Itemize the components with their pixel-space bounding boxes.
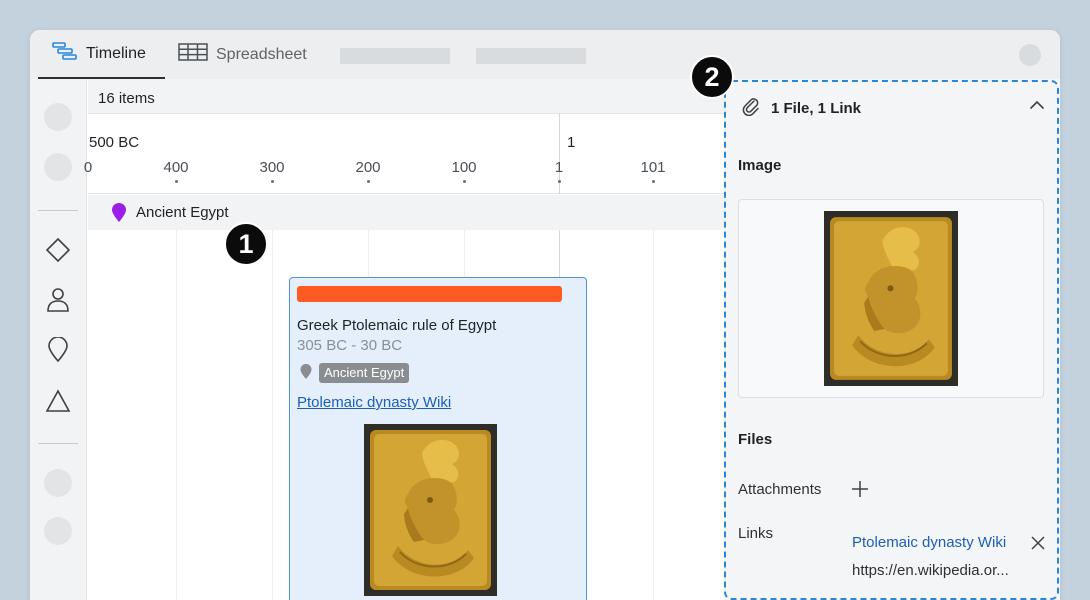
add-attachment-plus-icon[interactable]	[851, 480, 869, 503]
callout-badge-1: 1	[224, 222, 268, 266]
rail-placeholder-circle	[44, 103, 72, 131]
attachments-header-label: 1 File, 1 Link	[771, 99, 862, 117]
tick-label: 1	[554, 159, 564, 176]
tab-spreadsheet-label: Spreadsheet	[216, 45, 307, 63]
event-location-pin-icon	[300, 364, 312, 385]
rail-divider	[38, 210, 78, 211]
tick-mark	[652, 180, 655, 183]
attachments-label: Attachments	[738, 481, 822, 498]
tick-mark	[558, 180, 561, 183]
rail-placeholder-circle	[44, 517, 72, 545]
paperclip-icon	[741, 96, 761, 120]
tick-label: 300	[259, 159, 285, 176]
timeline-icon	[52, 41, 78, 66]
tab-bar: Timeline Spreadsheet	[30, 30, 1060, 79]
links-label: Links	[738, 525, 774, 542]
callout-badge-2: 2	[690, 55, 734, 99]
rail-placeholder-circle	[44, 153, 72, 181]
tab-timeline-label: Timeline	[86, 44, 146, 62]
attachments-header[interactable]: 1 File, 1 Link	[741, 96, 1046, 120]
gridline	[176, 230, 177, 600]
tick-mark	[367, 180, 370, 183]
tick-mark	[463, 180, 466, 183]
rail-placeholder-circle	[44, 469, 72, 497]
tick-mark	[175, 180, 178, 183]
event-dates: 305 BC - 30 BC	[297, 337, 403, 354]
preview-image[interactable]	[824, 211, 958, 386]
panel-wiki-link[interactable]: Ptolemaic dynasty Wiki	[852, 534, 1006, 551]
triangle-icon[interactable]	[44, 387, 72, 415]
tick-mark	[271, 180, 274, 183]
event-title: Greek Ptolemaic rule of Egypt	[297, 317, 497, 334]
era-label-left: 500 BC	[89, 134, 140, 151]
link-url: https://en.wikipedia.or...	[852, 562, 1009, 579]
image-section-title: Image	[738, 157, 782, 174]
tab-spreadsheet[interactable]: Spreadsheet	[176, 30, 307, 79]
tab-timeline[interactable]: Timeline	[38, 30, 165, 79]
tab-placeholder	[476, 48, 586, 64]
chevron-up-icon[interactable]	[1029, 98, 1045, 116]
person-icon[interactable]	[44, 286, 72, 314]
group-pin-icon	[111, 203, 127, 228]
window-control-placeholder	[1019, 44, 1041, 66]
left-rail	[30, 79, 87, 600]
event-group-tag: Ancient Egypt	[319, 363, 410, 383]
event-card[interactable]: Greek Ptolemaic rule of Egypt 305 BC - 3…	[289, 277, 587, 600]
group-label: Ancient Egypt	[136, 204, 229, 221]
tick-label: 100	[451, 159, 477, 176]
remove-link-close-icon[interactable]	[1030, 535, 1046, 556]
location-pin-icon[interactable]	[44, 336, 72, 364]
event-color-bar	[297, 286, 562, 302]
image-preview-frame[interactable]	[738, 199, 1044, 398]
event-wiki-link[interactable]: Ptolemaic dynasty Wiki	[297, 394, 451, 411]
event-image[interactable]	[364, 424, 497, 596]
files-section-title: Files	[738, 431, 773, 448]
rail-divider	[38, 443, 78, 444]
tick-label: 0	[83, 159, 93, 176]
diamond-icon[interactable]	[44, 236, 72, 264]
era-label-right: 1	[567, 134, 576, 151]
tick-label: 400	[163, 159, 189, 176]
tab-placeholder	[340, 48, 450, 64]
gridline	[653, 230, 654, 600]
tick-label: 200	[355, 159, 381, 176]
gridline	[272, 230, 273, 600]
tick-label: 101	[640, 159, 666, 176]
spreadsheet-icon	[178, 42, 208, 67]
